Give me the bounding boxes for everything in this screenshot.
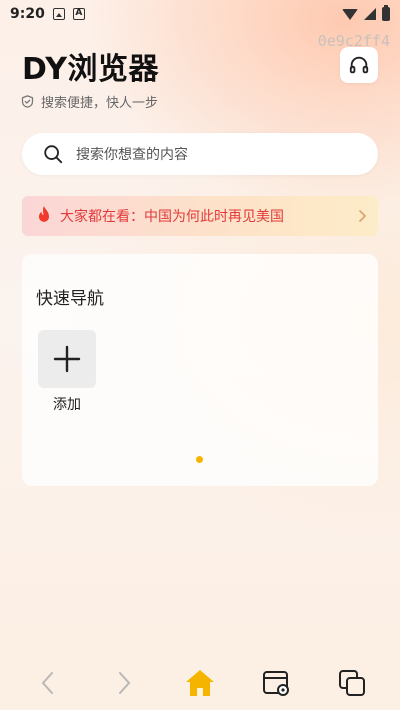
search-placeholder: 搜索你想查的内容	[76, 147, 188, 163]
app-notification-icon: A	[72, 8, 85, 20]
app-title: DY浏览器	[22, 52, 159, 87]
home-button[interactable]	[180, 663, 220, 703]
forward-arrow-icon	[119, 671, 131, 694]
bookmarks-icon	[263, 670, 289, 696]
tagline: 搜索便捷，快人一步	[20, 92, 158, 111]
back-arrow-icon	[41, 671, 53, 694]
gallery-notification-icon	[52, 8, 65, 20]
quick-nav-card: 快速导航 添加	[22, 254, 378, 486]
status-time: 9:20	[10, 6, 45, 22]
wifi-icon	[342, 8, 358, 20]
audio-button[interactable]	[340, 47, 378, 83]
plus-icon	[53, 345, 81, 373]
status-bar: 9:20 A	[0, 0, 400, 28]
tabs-button[interactable]	[332, 663, 372, 703]
signal-icon	[364, 8, 376, 20]
tabs-icon	[339, 669, 365, 696]
page-indicator-dot	[196, 456, 203, 463]
flame-icon	[39, 206, 49, 222]
quick-nav-title: 快速导航	[36, 289, 104, 309]
forward-button[interactable]	[104, 663, 144, 703]
trending-banner[interactable]: 大家都在看： 中国为何此时再见美国	[22, 196, 378, 236]
headset-icon	[349, 56, 369, 74]
back-button[interactable]	[28, 663, 68, 703]
add-shortcut-label: 添加	[53, 397, 81, 413]
battery-icon	[382, 5, 390, 21]
home-icon	[186, 669, 214, 696]
shield-check-icon	[21, 95, 34, 108]
bottom-toolbar	[0, 655, 400, 710]
add-shortcut-button[interactable]	[38, 330, 96, 388]
search-icon	[44, 145, 63, 164]
tagline-text: 搜索便捷，快人一步	[41, 96, 159, 111]
bookmarks-button[interactable]	[256, 663, 296, 703]
trending-headline: 中国为何此时再见美国	[144, 209, 284, 225]
chevron-right-icon	[359, 210, 367, 222]
search-input[interactable]: 搜索你想查的内容	[22, 133, 378, 175]
trending-prefix: 大家都在看：	[60, 209, 144, 225]
